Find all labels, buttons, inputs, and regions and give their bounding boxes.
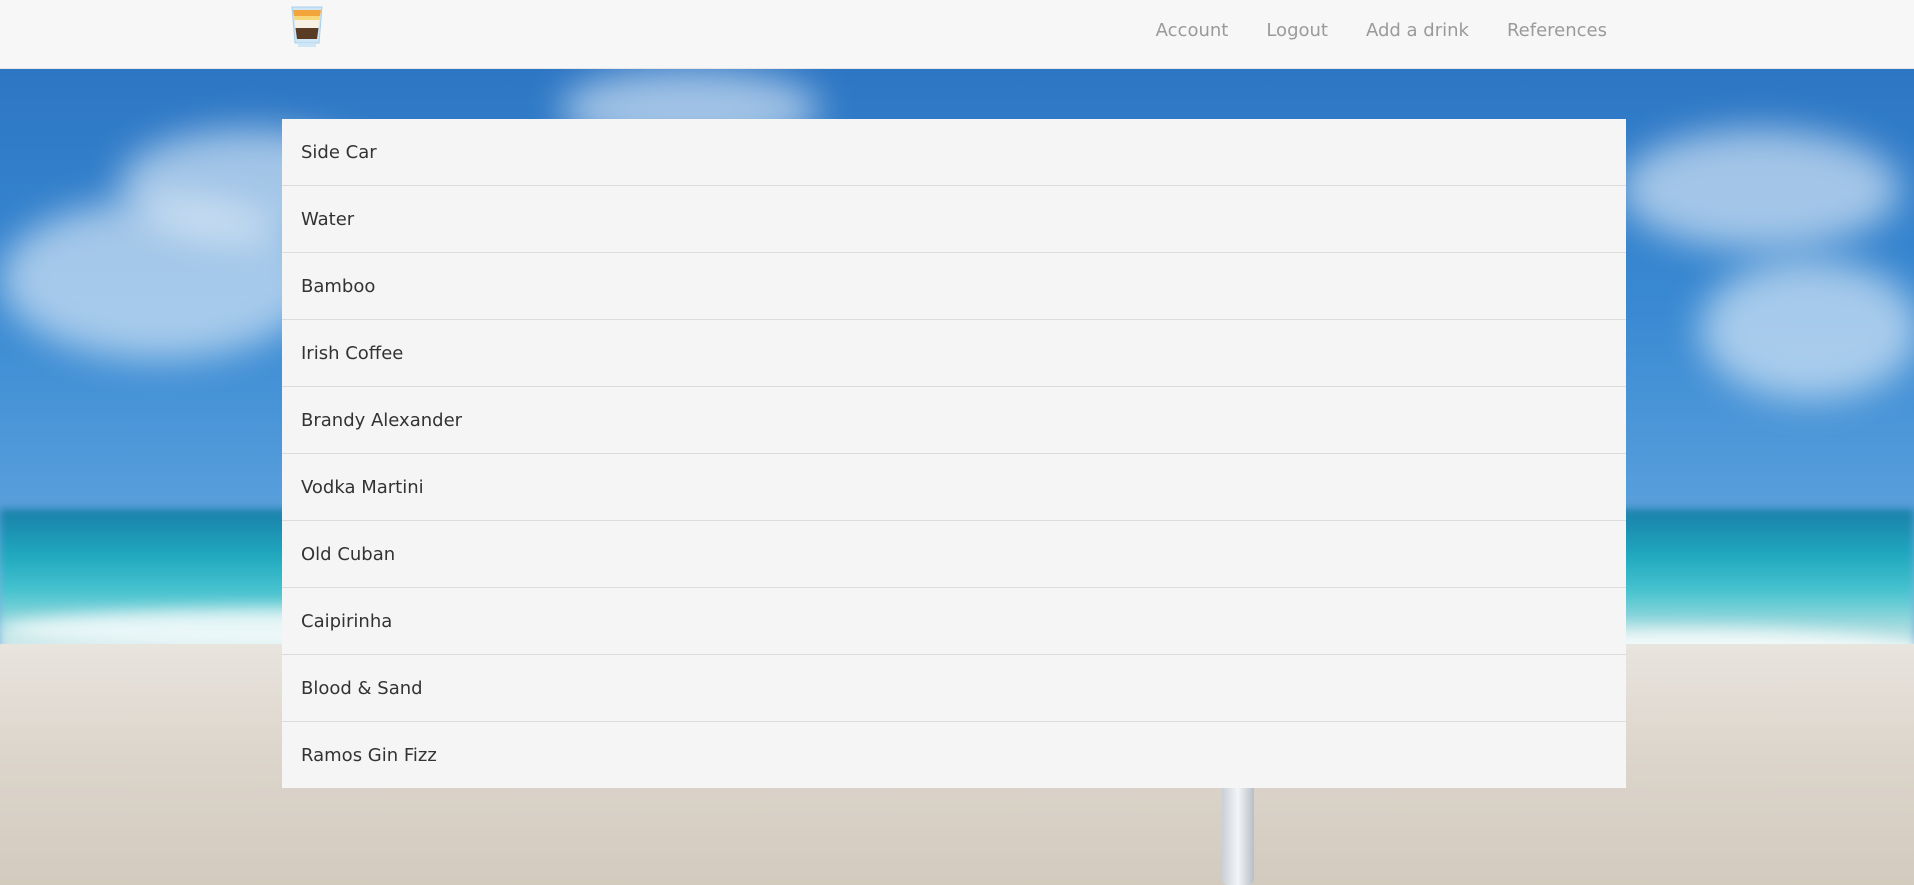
- drink-list-item[interactable]: Side Car: [282, 119, 1626, 186]
- nav-link-account[interactable]: Account: [1156, 20, 1229, 41]
- drink-list: Side Car Water Bamboo Irish Coffee Brand…: [282, 119, 1626, 788]
- layered-shot-glass-icon[interactable]: [290, 6, 324, 48]
- drink-list-item[interactable]: Irish Coffee: [282, 320, 1626, 387]
- drink-list-item[interactable]: Vodka Martini: [282, 454, 1626, 521]
- drink-list-item[interactable]: Old Cuban: [282, 521, 1626, 588]
- drink-list-item[interactable]: Bamboo: [282, 253, 1626, 320]
- drink-list-item[interactable]: Blood & Sand: [282, 655, 1626, 722]
- drink-list-item[interactable]: Brandy Alexander: [282, 387, 1626, 454]
- drink-list-item[interactable]: Caipirinha: [282, 588, 1626, 655]
- nav-links: Account Logout Add a drink References: [1118, 0, 1607, 60]
- drink-list-item[interactable]: Water: [282, 186, 1626, 253]
- nav-link-add-drink[interactable]: Add a drink: [1366, 20, 1469, 41]
- nav-link-logout[interactable]: Logout: [1266, 20, 1328, 41]
- drink-list-item[interactable]: Ramos Gin Fizz: [282, 722, 1626, 788]
- navbar: Account Logout Add a drink References: [0, 0, 1914, 69]
- nav-link-references[interactable]: References: [1507, 20, 1607, 41]
